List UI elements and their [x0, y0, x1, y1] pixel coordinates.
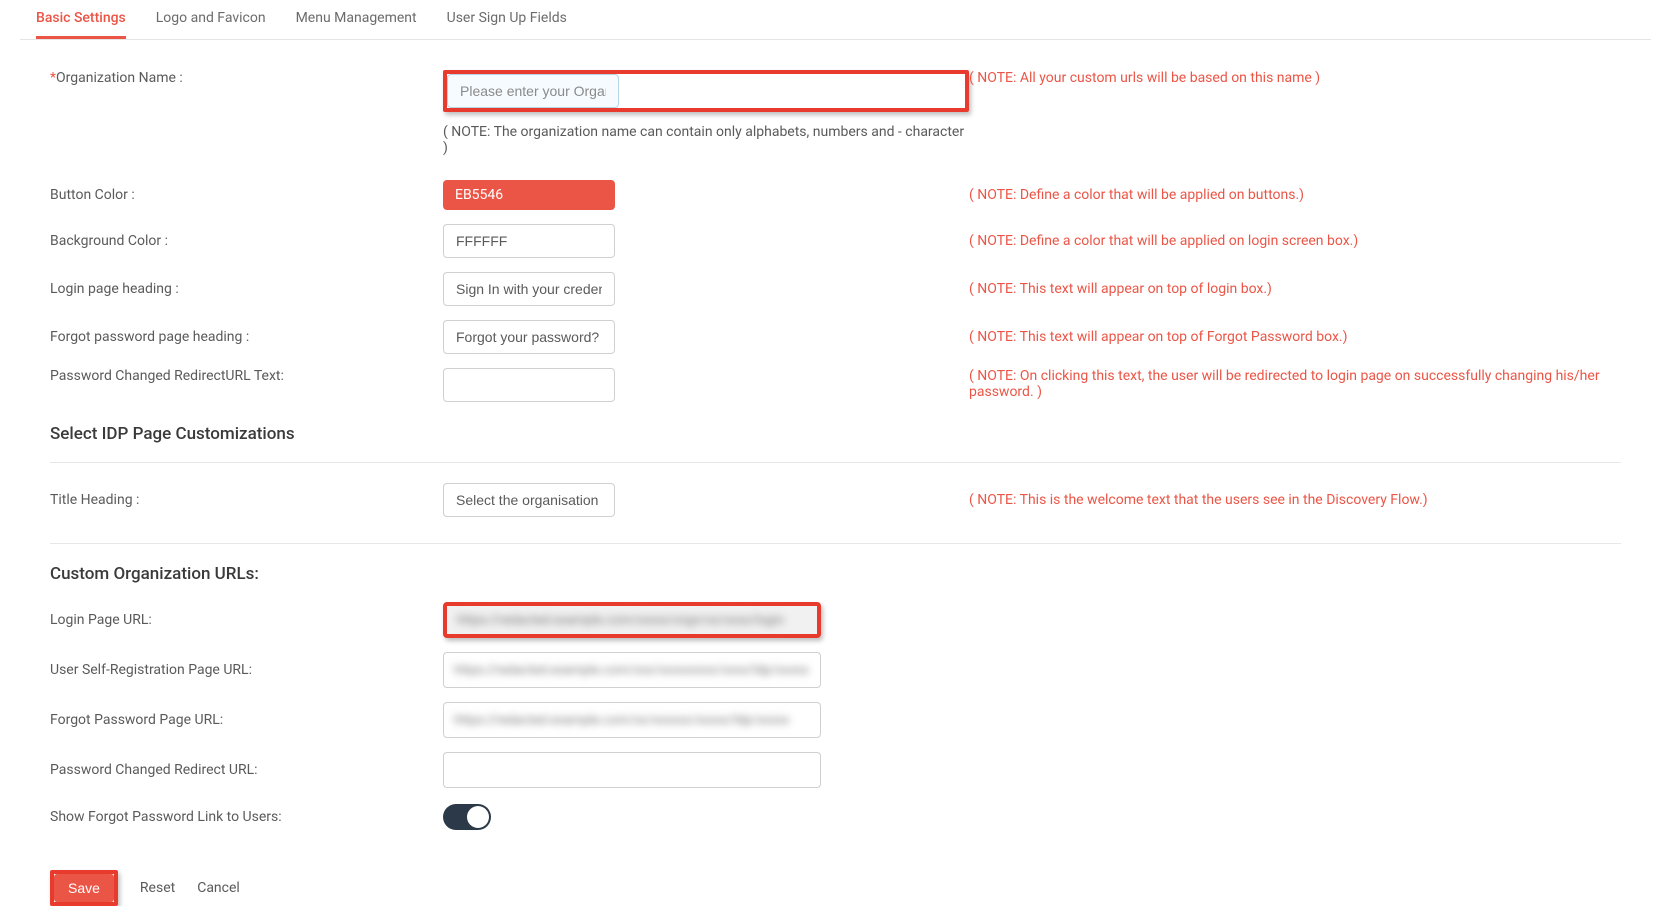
- title-heading-label: Title Heading :: [50, 492, 443, 508]
- pwd-changed-url-field: [443, 752, 821, 788]
- org-name-label: *Organization Name :: [50, 70, 443, 86]
- show-forgot-label: Show Forgot Password Link to Users:: [50, 809, 443, 825]
- org-name-highlight: [443, 70, 969, 112]
- forgot-heading-input[interactable]: [443, 320, 615, 354]
- forgot-url-field: https://redacted.example.com/xx/xxxxxx/x…: [443, 702, 821, 738]
- bg-color-note: ( NOTE: Define a color that will be appl…: [969, 233, 1621, 249]
- form-content: *Organization Name : ( NOTE: The organiz…: [20, 40, 1651, 856]
- login-url-field: https://redacted.example.com/xxxxx/orgn/…: [443, 602, 821, 638]
- title-heading-note: ( NOTE: This is the welcome text that th…: [969, 492, 1621, 508]
- self-reg-url-label: User Self-Registration Page URL:: [50, 662, 443, 678]
- org-name-input[interactable]: [447, 74, 619, 108]
- org-name-note-right: ( NOTE: All your custom urls will be bas…: [969, 70, 1621, 86]
- tabs-bar: Basic Settings Logo and Favicon Menu Man…: [20, 0, 1651, 40]
- login-url-value: https://redacted.example.com/xxxxx/orgn/…: [457, 613, 784, 628]
- tab-user-signup-fields[interactable]: User Sign Up Fields: [447, 0, 567, 39]
- login-heading-input[interactable]: [443, 272, 615, 306]
- bg-color-input[interactable]: [443, 224, 615, 258]
- tab-basic-settings[interactable]: Basic Settings: [36, 0, 126, 39]
- actions-row: Save Reset Cancel: [20, 870, 1651, 906]
- button-color-label: Button Color :: [50, 187, 443, 203]
- forgot-heading-note: ( NOTE: This text will appear on top of …: [969, 329, 1621, 345]
- login-heading-note: ( NOTE: This text will appear on top of …: [969, 281, 1621, 297]
- bg-color-label: Background Color :: [50, 233, 443, 249]
- reset-button[interactable]: Reset: [140, 880, 175, 896]
- forgot-url-label: Forgot Password Page URL:: [50, 712, 443, 728]
- save-highlight: Save: [50, 870, 118, 906]
- self-reg-url-value: https://redacted.example.com/xxx/xxxxxxx…: [454, 663, 809, 678]
- button-color-note: ( NOTE: Define a color that will be appl…: [969, 187, 1621, 203]
- show-forgot-toggle[interactable]: [443, 804, 491, 830]
- pwd-redirect-text-label: Password Changed RedirectURL Text:: [50, 368, 443, 384]
- tab-logo-favicon[interactable]: Logo and Favicon: [156, 0, 266, 39]
- org-name-note-below: ( NOTE: The organization name can contai…: [443, 124, 969, 156]
- pwd-redirect-text-input[interactable]: [443, 368, 615, 402]
- tab-menu-management[interactable]: Menu Management: [296, 0, 417, 39]
- button-color-swatch[interactable]: EB5546: [443, 180, 615, 210]
- cancel-button[interactable]: Cancel: [197, 880, 240, 896]
- title-heading-input[interactable]: [443, 483, 615, 517]
- forgot-url-value: https://redacted.example.com/xx/xxxxxx/x…: [454, 713, 789, 728]
- divider: [50, 543, 1621, 544]
- forgot-heading-label: Forgot password page heading :: [50, 329, 443, 345]
- self-reg-url-field: https://redacted.example.com/xxx/xxxxxxx…: [443, 652, 821, 688]
- login-heading-label: Login page heading :: [50, 281, 443, 297]
- urls-section-header: Custom Organization URLs:: [50, 564, 1621, 584]
- idp-section-header: Select IDP Page Customizations: [50, 424, 1621, 444]
- toggle-knob: [467, 806, 489, 828]
- login-url-label: Login Page URL:: [50, 612, 443, 628]
- save-button[interactable]: Save: [54, 874, 114, 902]
- pwd-changed-url-label: Password Changed Redirect URL:: [50, 762, 443, 778]
- divider: [50, 462, 1621, 463]
- pwd-redirect-text-note: ( NOTE: On clicking this text, the user …: [969, 368, 1621, 400]
